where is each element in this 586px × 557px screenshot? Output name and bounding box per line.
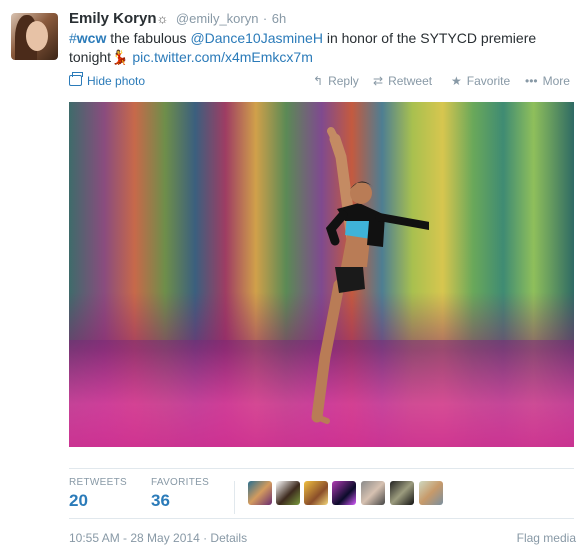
tweet-card: Emily Koryn☼ @emily_koryn · 6h #wcw the … [0, 0, 586, 557]
favoriter-avatar[interactable] [276, 481, 300, 505]
retweet-button[interactable]: ⇄ Retweet [373, 74, 432, 88]
favoriter-avatar[interactable] [419, 481, 443, 505]
avatar[interactable] [11, 13, 58, 60]
more-button[interactable]: ••• More [525, 74, 570, 88]
header-separator: · [262, 11, 268, 26]
photo-icon [69, 72, 83, 86]
retweets-stat[interactable]: RETWEETS 20 [69, 477, 127, 511]
retweet-icon: ⇄ [373, 74, 384, 88]
tweet-datetime[interactable]: 10:55 AM - 28 May 2014 [69, 531, 200, 545]
hashtag-link[interactable]: #wcw [69, 30, 106, 46]
favoriter-avatar[interactable] [304, 481, 328, 505]
sun-icon: ☼ [156, 11, 169, 26]
favoriter-avatar[interactable] [248, 481, 272, 505]
hide-photo-button[interactable]: Hide photo [69, 72, 145, 88]
dancer-emoji-icon: 💃 [111, 49, 129, 65]
timestamp[interactable]: 6h [272, 11, 286, 26]
retweets-label: RETWEETS [69, 477, 127, 488]
reply-icon: ↰ [313, 74, 324, 88]
pic-link[interactable]: pic.twitter.com/x4mEmkcx7m [132, 49, 312, 65]
retweets-count: 20 [69, 491, 88, 510]
favoriter-avatar[interactable] [390, 481, 414, 505]
flag-media-link[interactable]: Flag media [517, 531, 576, 545]
fullname[interactable]: Emily Koryn [69, 10, 157, 27]
favoriter-avatar[interactable] [332, 481, 356, 505]
username[interactable]: @emily_koryn [176, 11, 259, 26]
stats-separator [234, 481, 235, 514]
reply-button[interactable]: ↰ Reply [313, 74, 359, 88]
tweet-text: #wcw the fabulous @Dance10JasmineH in ho… [69, 30, 537, 65]
star-icon: ★ [451, 74, 462, 88]
more-dots-icon: ••• [525, 74, 538, 88]
favorites-stat[interactable]: FAVORITES 36 [151, 477, 209, 511]
favorite-button[interactable]: ★ Favorite [451, 74, 510, 88]
details-link[interactable]: Details [210, 531, 247, 545]
mention-link[interactable]: @Dance10JasmineH [190, 30, 323, 46]
tweet-header: Emily Koryn☼ @emily_koryn · 6h [69, 10, 286, 28]
favorites-count: 36 [151, 491, 170, 510]
favorites-label: FAVORITES [151, 477, 210, 488]
tweet-photo[interactable] [69, 102, 574, 447]
dancer-figure [239, 117, 449, 427]
divider [69, 518, 574, 519]
divider [69, 468, 574, 469]
tweet-actions: Hide photo ↰ Reply ⇄ Retweet ★ Favorite •••… [69, 72, 577, 92]
favoriter-avatar[interactable] [361, 481, 385, 505]
